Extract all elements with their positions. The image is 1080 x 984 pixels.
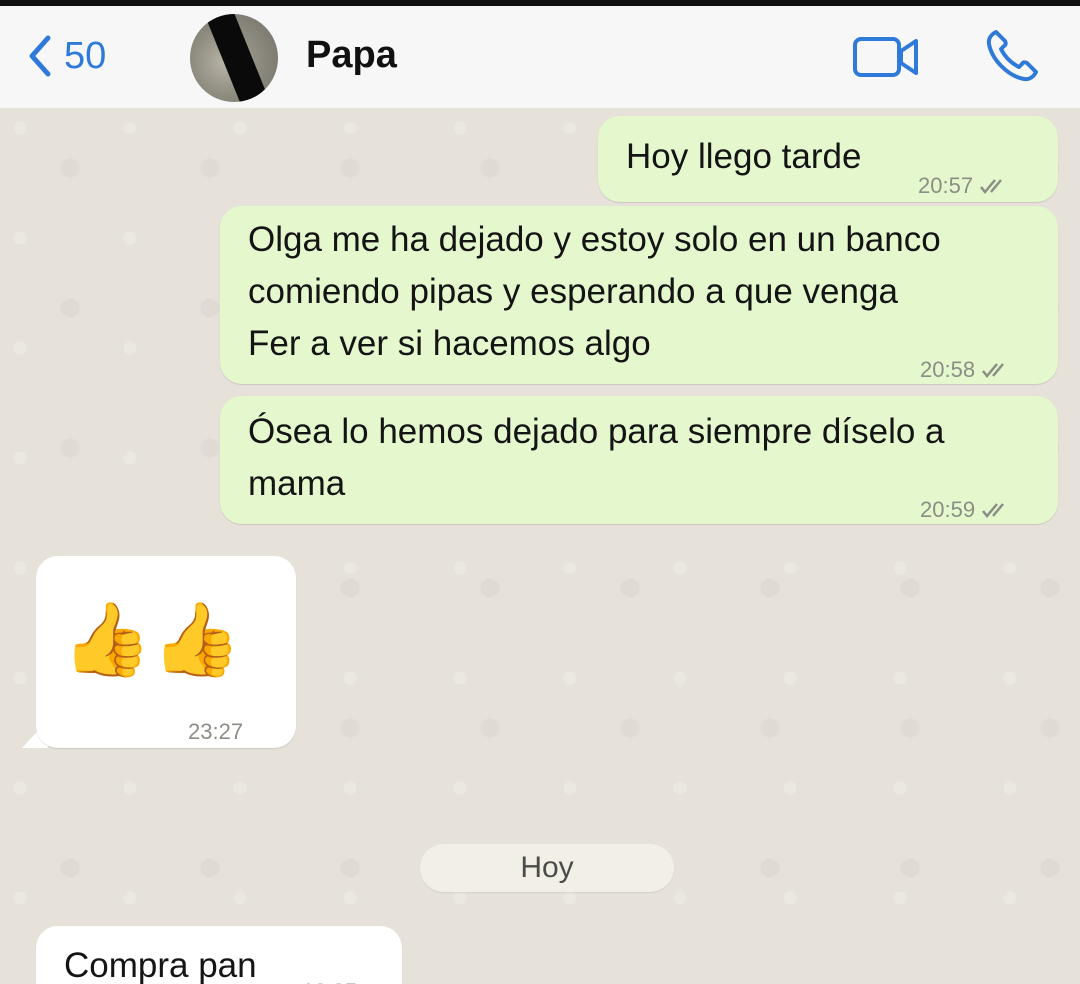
message-text: Olga me ha dejado y estoy solo en un ban… xyxy=(248,220,941,259)
message-text: Fer a ver si hacemos algo xyxy=(248,324,651,363)
phone-icon xyxy=(986,30,1038,82)
message-time-value: 20:57 xyxy=(918,173,974,198)
message-text: mama xyxy=(248,464,346,503)
message-bubble-incoming[interactable]: 👍👍 23:27 xyxy=(36,556,296,748)
avatar-censor-bar xyxy=(202,14,274,102)
date-separator: Hoy xyxy=(420,844,674,892)
message-bubble-incoming[interactable]: Compra pan 13:25 xyxy=(36,926,402,984)
voice-call-button[interactable] xyxy=(982,26,1042,91)
message-bubble-outgoing[interactable]: Hoy llego tarde 20:57 xyxy=(598,116,1058,202)
message-text: comiendo pipas y esperando a que venga xyxy=(248,272,898,311)
message-time-value: 20:59 xyxy=(920,497,976,522)
double-check-icon xyxy=(982,503,1005,518)
contact-name[interactable]: Papa xyxy=(306,34,397,77)
chat-header: 50 Papa xyxy=(0,6,1080,109)
emoji-message: 👍👍 xyxy=(62,600,242,680)
message-time: 20:59 xyxy=(920,484,1011,536)
message-time-value: 20:58 xyxy=(920,357,976,382)
message-time: 13:25 xyxy=(302,966,357,984)
message-bubble-outgoing[interactable]: Olga me ha dejado y estoy solo en un ban… xyxy=(220,206,1058,384)
message-time: 23:27 xyxy=(188,706,243,758)
video-camera-icon xyxy=(853,37,918,77)
avatar[interactable] xyxy=(190,14,278,102)
double-check-icon xyxy=(982,363,1005,378)
message-text: Compra pan xyxy=(64,946,257,984)
unread-count: 50 xyxy=(64,34,107,77)
message-time: 20:57 xyxy=(918,160,1009,212)
message-time: 20:58 xyxy=(920,344,1011,396)
double-check-icon xyxy=(980,179,1003,194)
message-text: Hoy llego tarde xyxy=(626,137,862,176)
chat-area[interactable]: Hoy llego tarde 20:57 Olga me ha dejado … xyxy=(0,108,1080,984)
message-bubble-outgoing[interactable]: Ósea lo hemos dejado para siempre díselo… xyxy=(220,396,1058,524)
message-text: Ósea lo hemos dejado para siempre díselo… xyxy=(248,412,945,451)
back-button[interactable]: 50 xyxy=(26,28,106,84)
message-time-value: 23:27 xyxy=(188,719,244,744)
video-call-button[interactable] xyxy=(852,34,920,85)
message-time-value: 13:25 xyxy=(302,966,357,984)
chevron-left-icon xyxy=(29,35,51,77)
